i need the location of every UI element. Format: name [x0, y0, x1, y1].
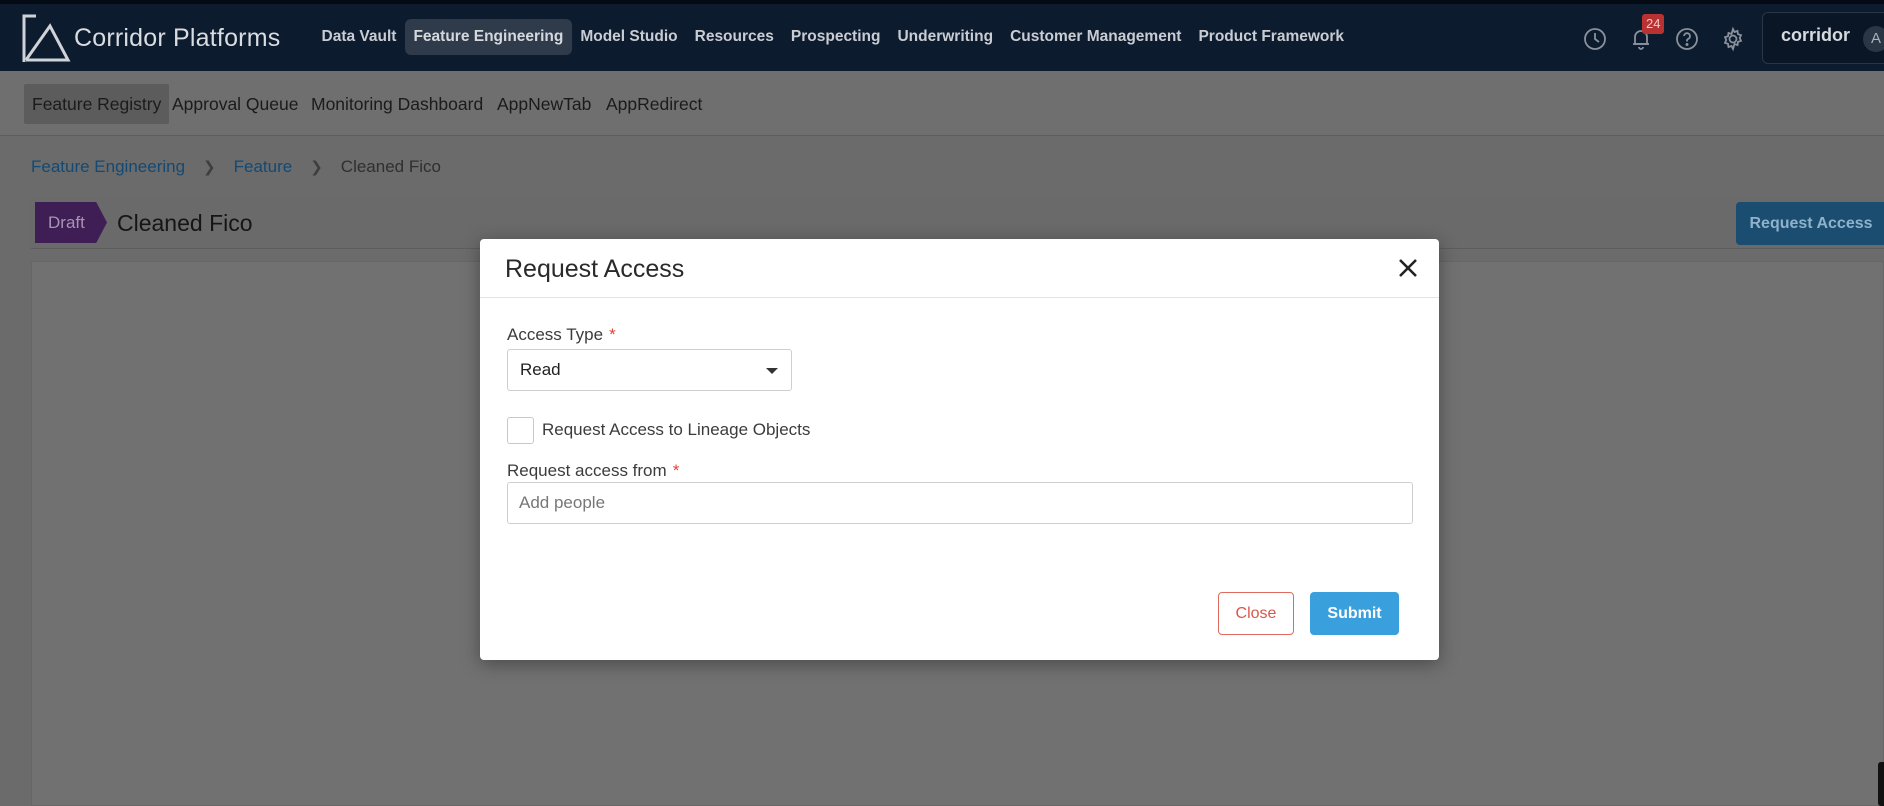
top-icon-group: 24 [1582, 14, 1750, 56]
logo-text: Corridor Platforms [74, 23, 281, 52]
close-icon[interactable] [1395, 255, 1421, 281]
sub-navigation: Feature Registry Approval Queue Monitori… [0, 71, 1884, 136]
caret-down-icon [766, 368, 778, 374]
lineage-checkbox-label[interactable]: Request Access to Lineage Objects [542, 420, 810, 440]
chevron-right-icon: ❯ [310, 159, 323, 176]
tab-feature-registry[interactable]: Feature Registry [24, 84, 170, 124]
access-type-label: Access Type * [507, 325, 616, 345]
access-type-label-text: Access Type [507, 325, 604, 344]
help-icon[interactable] [1674, 26, 1704, 56]
required-mark: * [609, 325, 616, 344]
request-from-label: Request access from * [507, 461, 679, 481]
close-button[interactable]: Close [1218, 592, 1294, 635]
required-mark: * [672, 461, 680, 480]
request-access-button[interactable]: Request Access [1736, 202, 1884, 245]
request-access-modal: Request Access Access Type * Read Request… [480, 239, 1439, 660]
tab-appnewtab[interactable]: AppNewTab [497, 84, 591, 124]
status-badge: Draft [35, 202, 107, 243]
corridor-logo-icon [22, 14, 71, 62]
access-type-select[interactable]: Read [507, 349, 792, 391]
tab-monitoring-dashboard[interactable]: Monitoring Dashboard [311, 84, 483, 124]
notification-count-badge: 24 [1642, 14, 1665, 34]
submit-button[interactable]: Submit [1310, 592, 1399, 635]
modal-title: Request Access [505, 255, 685, 283]
app-logo[interactable]: Corridor Platforms [22, 12, 280, 64]
main-nav: Data Vault Feature Engineering Model Stu… [313, 19, 1353, 55]
scrollbar-handle[interactable] [1878, 762, 1884, 806]
nav-model-studio[interactable]: Model Studio [572, 19, 686, 55]
nav-customer-management[interactable]: Customer Management [1002, 19, 1190, 55]
nav-feature-engineering[interactable]: Feature Engineering [404, 19, 572, 55]
tab-approval-queue[interactable]: Approval Queue [172, 84, 298, 124]
nav-resources[interactable]: Resources [686, 19, 782, 55]
tab-appredirect[interactable]: AppRedirect [606, 84, 702, 124]
clock-icon[interactable] [1582, 26, 1612, 56]
nav-prospecting[interactable]: Prospecting [782, 19, 889, 55]
chevron-right-icon: ❯ [203, 159, 216, 176]
user-name: corridor [1781, 25, 1851, 45]
nav-product-framework[interactable]: Product Framework [1190, 19, 1353, 55]
breadcrumb-current: Cleaned Fico [340, 157, 441, 176]
add-people-input[interactable] [507, 482, 1413, 524]
bell-icon[interactable]: 24 [1628, 14, 1665, 56]
breadcrumb-feature-engineering[interactable]: Feature Engineering [31, 157, 185, 177]
nav-data-vault[interactable]: Data Vault [313, 19, 405, 55]
user-menu[interactable]: corridor A [1762, 12, 1884, 64]
breadcrumb: Feature Engineering ❯ Feature ❯ Cleaned … [31, 157, 441, 177]
top-navigation-bar: Corridor Platforms Data Vault Feature En… [0, 0, 1884, 71]
nav-underwriting[interactable]: Underwriting [889, 19, 1002, 55]
gear-icon[interactable] [1720, 26, 1750, 56]
breadcrumb-feature[interactable]: Feature [234, 157, 293, 177]
lineage-checkbox[interactable] [507, 417, 534, 444]
avatar: A [1863, 26, 1884, 52]
access-type-value: Read [520, 360, 561, 379]
request-from-label-text: Request access from [507, 461, 667, 480]
modal-header: Request Access [480, 239, 1439, 298]
page-title: Cleaned Fico [117, 210, 253, 236]
